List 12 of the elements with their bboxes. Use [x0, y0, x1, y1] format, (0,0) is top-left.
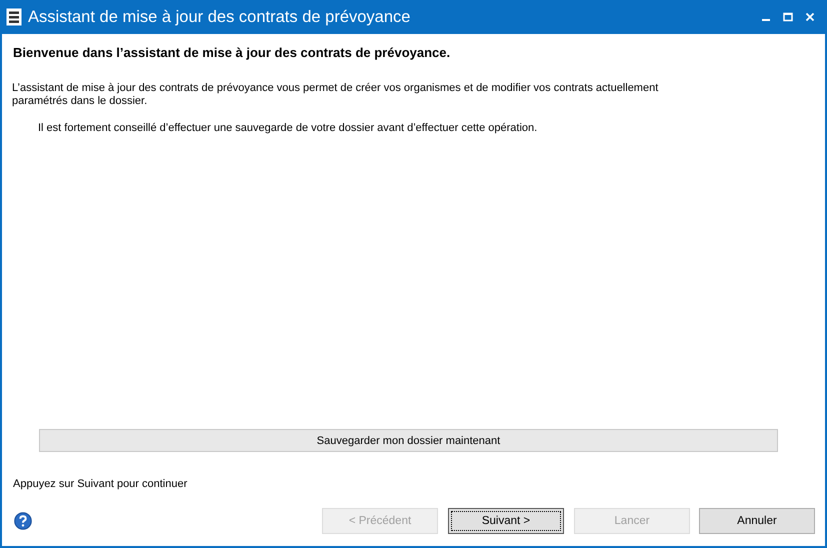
backup-button[interactable]: Sauvegarder mon dossier maintenant [39, 429, 778, 452]
advice-text: Il est fortement conseillé d’effectuer une sauvegarde de votre dossier avant d’effectuer cette opération. [38, 122, 538, 134]
welcome-heading: Bienvenue dans l’assistant de mise à jour des contrats de prévoyance. [13, 45, 452, 60]
wizard-button[interactable]: Annuler [699, 508, 815, 534]
close-icon[interactable] [805, 12, 815, 22]
description-text: L’assistant de mise à jour des contrats de prévoyance vous permet de créer vos organismes et de modifier vos contrats actuellement paramétrés dans le dossier. [12, 82, 660, 108]
list-icon [6, 8, 22, 26]
wizard-button[interactable]: Suivant > [448, 508, 564, 534]
window-title: Assistant de mise à jour des contrats de prévoyance [28, 8, 412, 26]
help-icon[interactable] [14, 512, 32, 530]
maximize-icon[interactable] [783, 12, 793, 22]
hint-text: Appuyez sur Suivant pour continuer [13, 478, 188, 490]
